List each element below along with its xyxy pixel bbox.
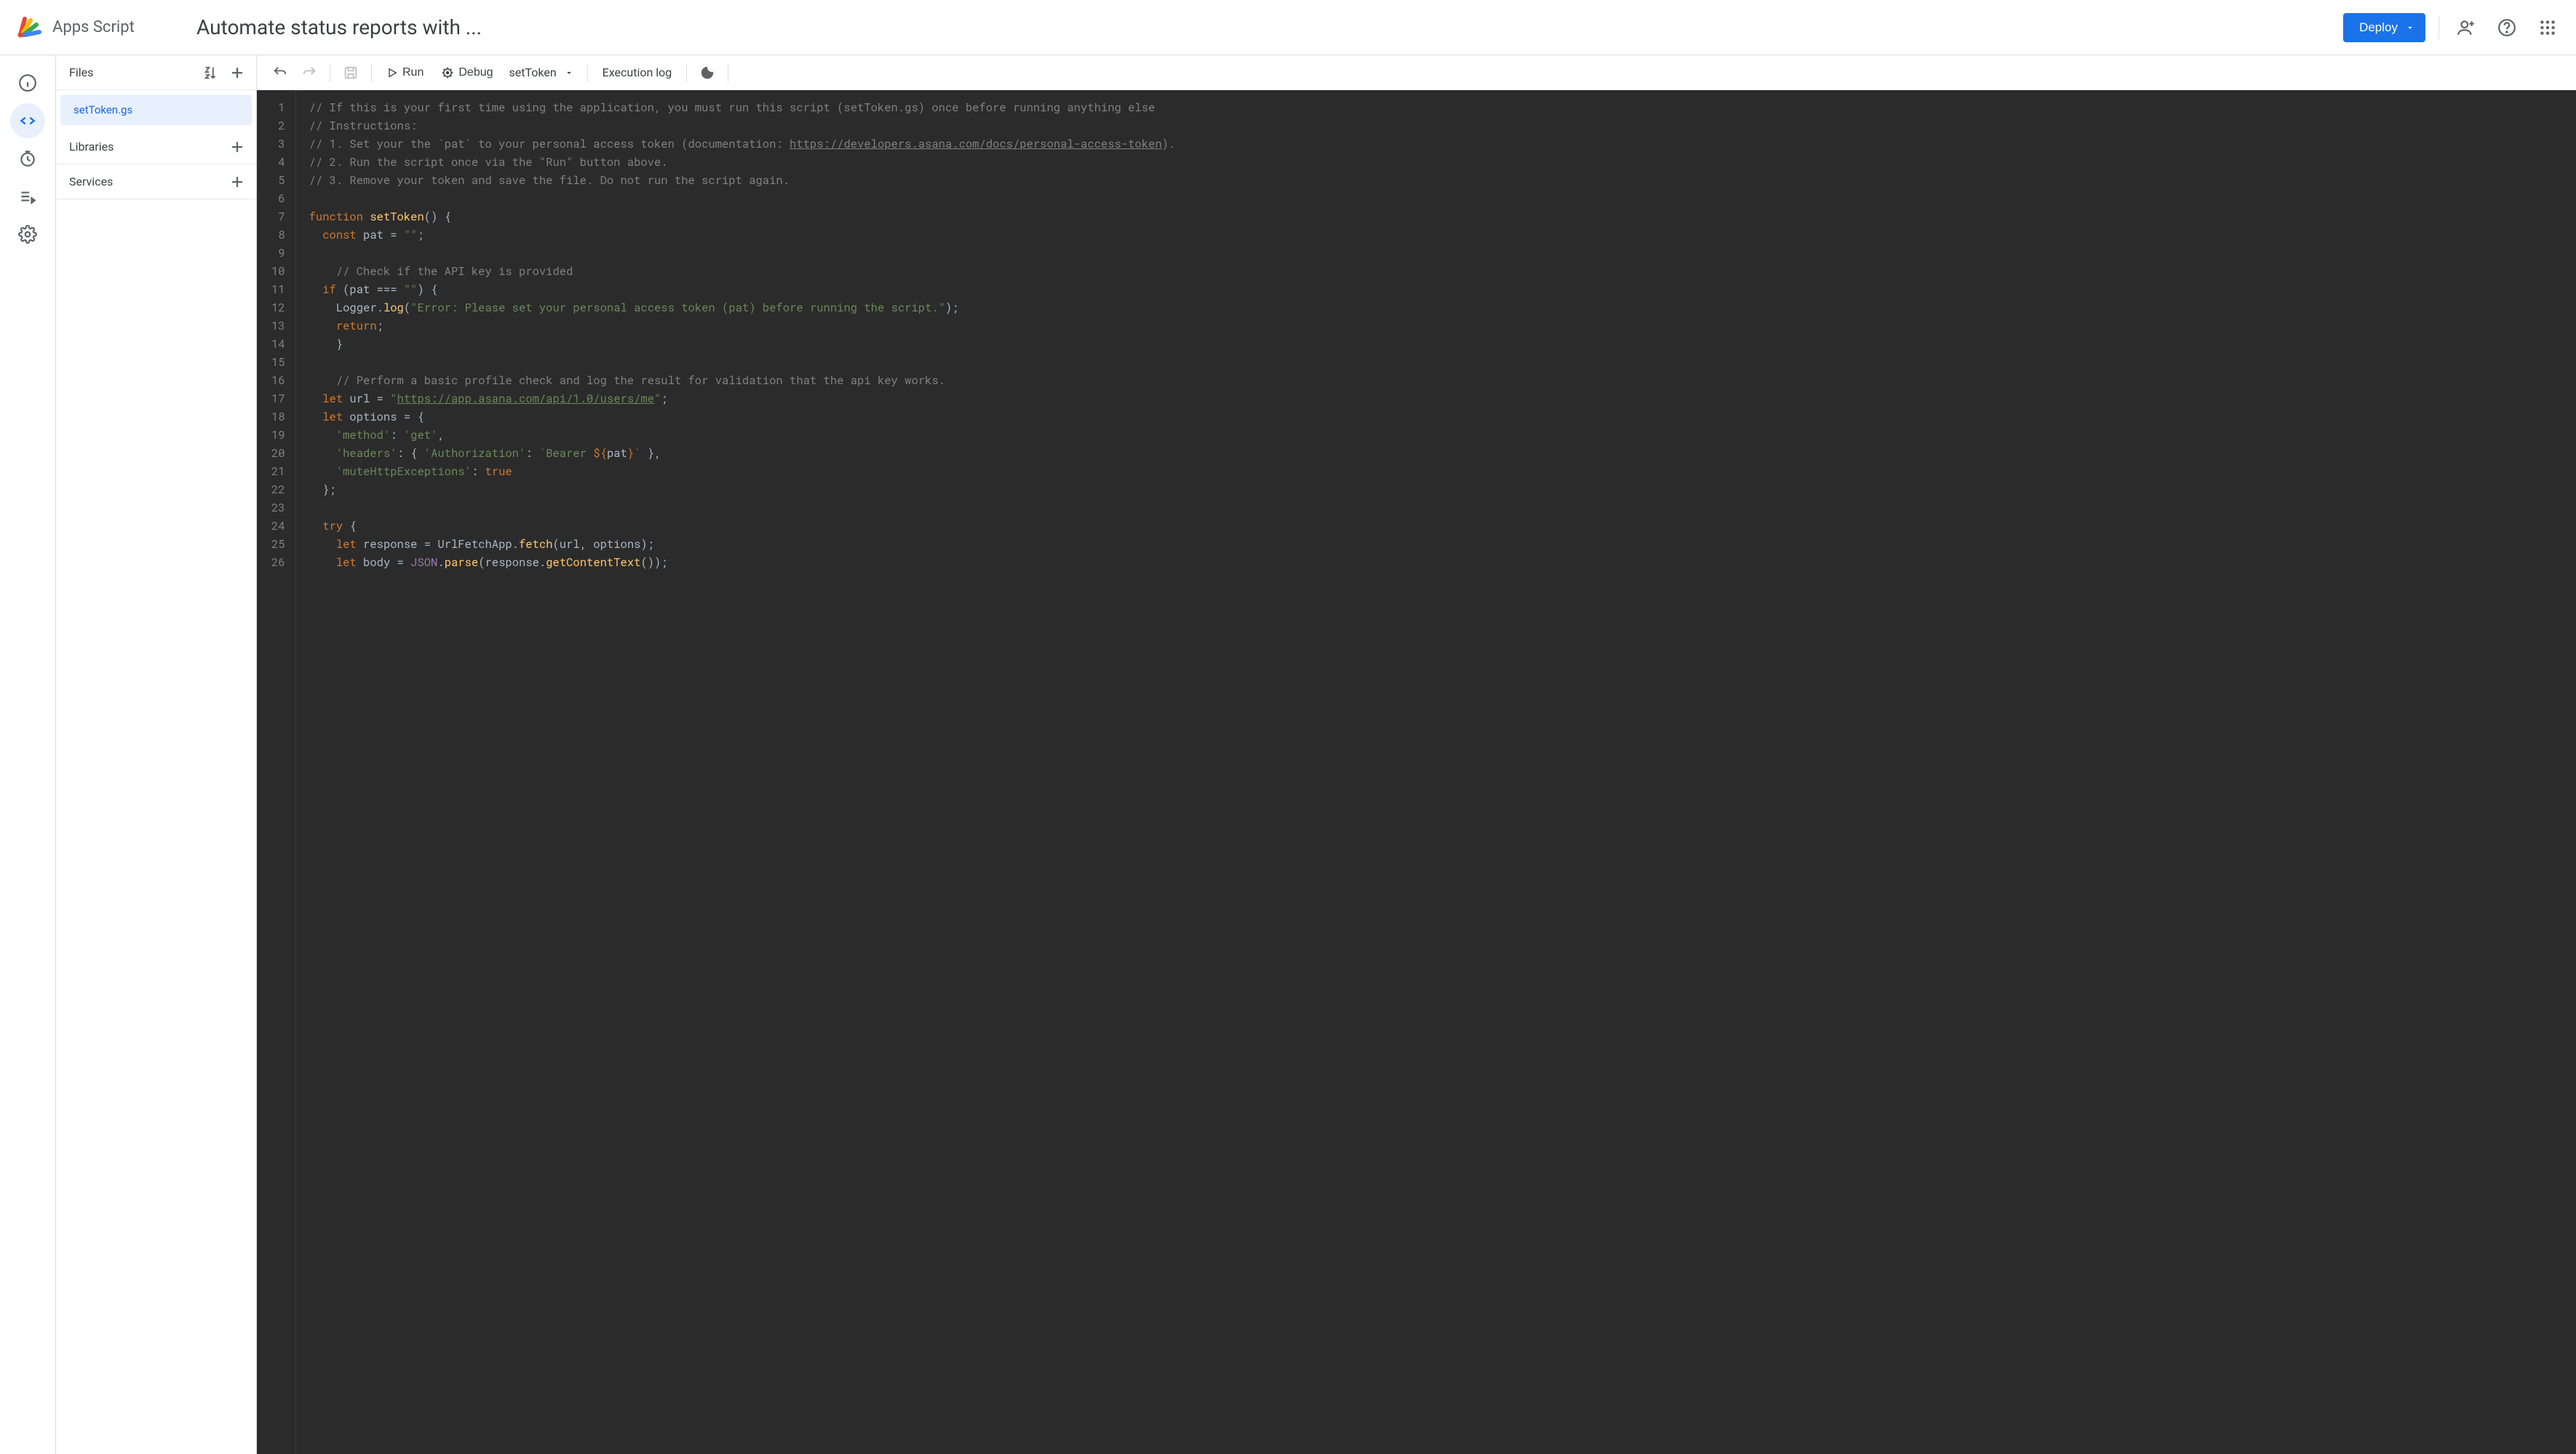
help-icon [2497, 18, 2516, 37]
redo-button[interactable] [296, 60, 322, 86]
nav-executions[interactable] [10, 179, 45, 214]
undo-icon [272, 65, 288, 81]
help-button[interactable] [2493, 14, 2521, 41]
save-icon [343, 65, 359, 81]
services-header: Services [56, 164, 256, 199]
chevron-down-icon [564, 68, 574, 78]
redo-icon [301, 65, 317, 81]
add-file-button[interactable] [227, 63, 247, 83]
services-label: Services [69, 175, 113, 188]
code-editor[interactable]: 1234567891011121314151617181920212223242… [257, 90, 2576, 1454]
nav-overview[interactable] [10, 65, 45, 100]
executions-icon [18, 187, 37, 206]
deploy-button[interactable]: Deploy [2343, 13, 2425, 42]
plus-icon [228, 173, 246, 191]
file-item-settoken[interactable]: setToken.gs [60, 95, 252, 125]
gear-icon [18, 225, 37, 244]
libraries-header: Libraries [56, 130, 256, 164]
apps-grid-icon [2538, 18, 2557, 37]
files-label: Files [69, 65, 93, 79]
run-button[interactable]: Run [379, 62, 431, 84]
info-icon [18, 74, 37, 92]
debug-label: Debug [458, 66, 493, 79]
nav-editor[interactable] [10, 103, 45, 138]
debug-button[interactable]: Debug [434, 62, 500, 84]
function-select[interactable]: setToken [504, 63, 580, 82]
product-name: Apps Script [52, 18, 135, 36]
separator [686, 64, 687, 82]
nav-triggers[interactable] [10, 141, 45, 176]
apps-menu-button[interactable] [2534, 14, 2561, 41]
dark-mode-toggle[interactable] [694, 60, 720, 86]
undo-button[interactable] [267, 60, 293, 86]
libraries-label: Libraries [69, 140, 114, 154]
files-header: Files [56, 55, 256, 90]
divider [2438, 16, 2439, 39]
separator [587, 64, 588, 82]
line-gutter: 1234567891011121314151617181920212223242… [257, 90, 296, 1454]
clock-icon [18, 149, 37, 168]
deploy-label: Deploy [2359, 20, 2398, 35]
sort-az-icon [203, 65, 219, 81]
plus-icon [228, 64, 246, 82]
code-icon [18, 111, 37, 130]
moon-icon [699, 65, 715, 81]
nav-settings[interactable] [10, 217, 45, 252]
save-button[interactable] [338, 60, 364, 86]
file-panel: Files setToken.gs Libraries Services [55, 55, 257, 1454]
sort-files-button[interactable] [201, 63, 221, 83]
separator [371, 64, 372, 82]
project-title[interactable]: Automate status reports with ... [196, 15, 2343, 39]
execution-log-button[interactable]: Execution log [595, 61, 680, 84]
run-label: Run [402, 66, 424, 79]
person-add-icon [2457, 18, 2476, 37]
editor-toolbar: Run Debug setToken Execution log [257, 55, 2576, 90]
add-service-button[interactable] [227, 172, 247, 192]
chevron-down-icon [2405, 23, 2415, 33]
nav-rail [0, 55, 55, 1454]
share-button[interactable] [2452, 14, 2480, 41]
play-icon [386, 67, 398, 79]
apps-script-logo-icon [15, 12, 44, 44]
add-library-button[interactable] [227, 137, 247, 157]
bug-icon [441, 66, 454, 79]
function-selected-label: setToken [509, 65, 557, 79]
plus-icon [228, 138, 246, 156]
product-logo-area: Apps Script [15, 12, 175, 44]
code-content[interactable]: // If this is your first time using the … [296, 90, 2576, 1454]
